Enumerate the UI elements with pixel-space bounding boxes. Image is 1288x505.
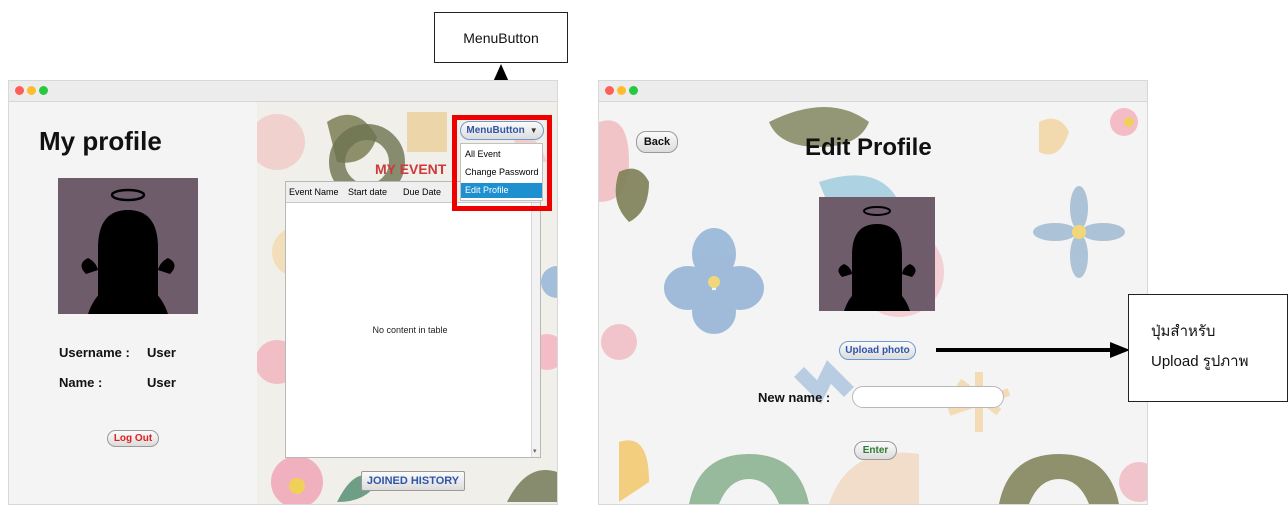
table-vertical-scrollbar[interactable]: ▾ <box>531 203 540 457</box>
close-window-icon[interactable] <box>15 86 24 95</box>
menu-button[interactable]: MenuButton ▼ <box>460 121 544 140</box>
logout-button[interactable]: Log Out <box>107 430 159 447</box>
minimize-window-icon[interactable] <box>27 86 36 95</box>
zoom-window-icon[interactable] <box>629 86 638 95</box>
new-name-input[interactable] <box>852 386 1004 408</box>
new-name-label: New name : <box>758 390 831 405</box>
events-table: Event Name Start date Due Date No conten… <box>285 181 541 458</box>
upload-annotation-line1: ปุ่มสำหรับ <box>1151 323 1216 340</box>
upload-photo-button[interactable]: Upload photo <box>839 341 916 360</box>
zoom-window-icon[interactable] <box>39 86 48 95</box>
column-header-start-date[interactable]: Start date <box>348 187 387 197</box>
column-header-due-date[interactable]: Due Date <box>403 187 441 197</box>
scroll-down-arrow-icon[interactable]: ▾ <box>533 447 537 455</box>
profile-window: My profile Username : User Name : User L… <box>8 80 558 505</box>
table-empty-message: No content in table <box>372 325 448 335</box>
edit-titlebar <box>599 81 1147 102</box>
username-label: Username : <box>59 345 130 360</box>
menu-dropdown: All Event Change Password Edit Profile <box>460 143 543 201</box>
chevron-down-icon: ▼ <box>529 126 538 135</box>
avatar <box>819 197 935 311</box>
upload-annotation-box: ปุ่มสำหรับ Upload รูปภาพ <box>1128 294 1288 402</box>
close-window-icon[interactable] <box>605 86 614 95</box>
menu-button-label: MenuButton <box>466 125 525 136</box>
profile-titlebar <box>9 81 557 102</box>
column-header-event-name[interactable]: Event Name <box>289 187 339 197</box>
event-title: MY EVENT <box>375 161 447 177</box>
name-label: Name : <box>59 375 103 390</box>
avatar <box>58 178 198 314</box>
back-button[interactable]: Back <box>636 131 678 153</box>
minimize-window-icon[interactable] <box>617 86 626 95</box>
page-title: My profile <box>39 126 162 156</box>
avatar-silhouette-icon <box>81 188 175 314</box>
menu-item-all-event[interactable]: All Event <box>461 147 542 162</box>
menu-item-change-password[interactable]: Change Password <box>461 165 542 180</box>
upload-annotation-line2: Upload รูปภาพ <box>1151 353 1249 370</box>
avatar-silhouette-icon <box>838 206 916 311</box>
joined-history-button[interactable]: JOINED HISTORY <box>361 471 465 491</box>
edit-profile-window: Back Edit Profile Upload photo New name … <box>598 80 1148 505</box>
enter-button[interactable]: Enter <box>854 441 897 460</box>
page-title: Edit Profile <box>805 134 932 161</box>
upload-annotation-arrow <box>936 342 1130 358</box>
menu-item-edit-profile[interactable]: Edit Profile <box>461 183 542 198</box>
menubutton-annotation-text: MenuButton <box>463 29 539 46</box>
username-value: User <box>147 345 176 360</box>
name-value: User <box>147 375 176 390</box>
menubutton-annotation-box: MenuButton <box>434 12 568 63</box>
